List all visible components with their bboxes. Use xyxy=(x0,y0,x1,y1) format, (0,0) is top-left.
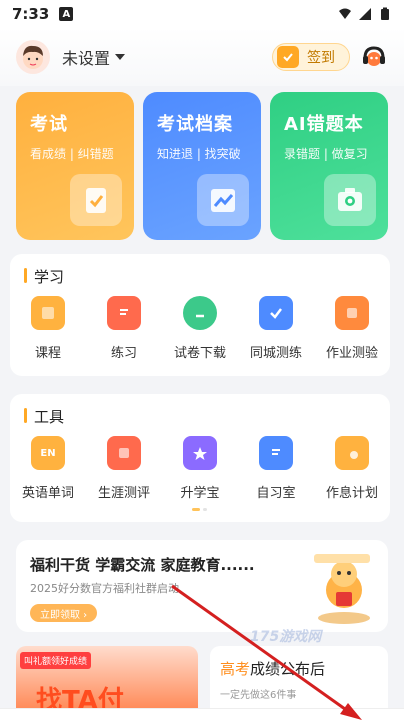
study-item-homework[interactable]: 作业测验 xyxy=(314,296,390,361)
study-item-label: 课程 xyxy=(34,346,61,361)
homework-icon xyxy=(335,296,369,330)
claim-now-button[interactable]: 立即领取 › xyxy=(30,604,98,622)
cloud-download-icon xyxy=(183,296,217,330)
bottom-left-tag: 叫礼额领好成绩 xyxy=(20,652,92,669)
notification-badge: A xyxy=(59,7,74,21)
tool-item-label: 自习室 xyxy=(256,486,296,501)
study-room-icon xyxy=(259,436,293,470)
status-bar: 7:33 A xyxy=(0,0,404,28)
exam-card-title: 考试 xyxy=(30,114,68,135)
tool-item-study-room[interactable]: 自习室 xyxy=(238,436,314,501)
wifi-icon xyxy=(339,8,351,19)
page-dot xyxy=(203,508,207,511)
battery-icon xyxy=(381,7,389,20)
tools-section: 工具 EN 英语单词 生涯测评 升学宝 自习室 作息计划 xyxy=(10,394,390,522)
study-item-label: 试卷下载 xyxy=(173,346,226,361)
avatar[interactable] xyxy=(16,40,50,74)
study-item-city-test[interactable]: 同城测练 xyxy=(238,296,314,361)
page-dot-active xyxy=(192,508,200,511)
study-item-paper-download[interactable]: 试卷下载 xyxy=(162,296,238,361)
checkin-label: 签到 xyxy=(307,50,335,66)
trend-chart-icon xyxy=(197,174,249,226)
bottom-right-title-highlight: 高考 xyxy=(220,660,251,678)
promo-title: 福利干货 学霸交流 家庭教育...... xyxy=(30,556,255,574)
study-grid: 课程 练习 试卷下载 同城测练 作业测验 xyxy=(10,296,390,361)
page-indicator xyxy=(192,508,207,511)
tools-grid: EN 英语单词 生涯测评 升学宝 自习室 作息计划 xyxy=(10,436,390,501)
tool-item-career-assessment[interactable]: 生涯测评 xyxy=(86,436,162,501)
study-item-label: 同城测练 xyxy=(249,346,302,361)
avatar-face-icon xyxy=(23,45,43,69)
tool-item-english-words[interactable]: EN 英语单词 xyxy=(10,436,86,501)
bottom-right-subtitle: 一定先做这6件事 xyxy=(220,690,297,701)
exam-archive-subtitle: 知进退 | 找突破 xyxy=(157,147,241,161)
caret-down-icon xyxy=(115,54,126,60)
camera-icon xyxy=(324,174,376,226)
app-header: 未设置 签到 xyxy=(0,28,404,86)
tool-item-label: 英语单词 xyxy=(21,486,74,501)
en-icon: EN xyxy=(31,436,65,470)
bottom-tab-bar[interactable] xyxy=(0,708,404,720)
tool-item-schedule[interactable]: 作息计划 xyxy=(314,436,390,501)
tool-item-admission[interactable]: 升学宝 xyxy=(162,436,238,501)
customer-service-icon[interactable] xyxy=(360,43,388,71)
exam-archive-card[interactable]: 考试档案 知进退 | 找突破 xyxy=(143,92,261,240)
practice-icon xyxy=(107,296,141,330)
exam-card-subtitle: 看成绩 | 纠错题 xyxy=(30,147,114,161)
ai-mistake-book-title: AI错题本 xyxy=(284,114,364,135)
dragon-mascot-icon xyxy=(314,554,370,624)
ai-mistake-book-card[interactable]: AI错题本 录错题 | 做复习 xyxy=(270,92,388,240)
tools-section-title: 工具 xyxy=(24,406,64,427)
ai-mistake-book-subtitle: 录错题 | 做复习 xyxy=(284,147,368,161)
checkin-button[interactable]: 签到 xyxy=(272,43,350,71)
status-icons xyxy=(338,7,392,21)
study-section-title: 学习 xyxy=(24,266,64,287)
watermark-text: 175游戏网 xyxy=(250,629,322,645)
signal-icon xyxy=(359,8,371,20)
status-time: 7:33 xyxy=(12,5,50,23)
tool-item-label: 升学宝 xyxy=(180,486,220,501)
study-item-label: 作业测验 xyxy=(325,346,378,361)
promo-banner[interactable]: 福利干货 学霸交流 家庭教育...... 2025好分数官方福利社群启动 立即领… xyxy=(16,540,388,632)
exam-card[interactable]: 考试 看成绩 | 纠错题 xyxy=(16,92,134,240)
study-item-course[interactable]: 课程 xyxy=(10,296,86,361)
user-name-dropdown[interactable]: 未设置 xyxy=(62,45,126,69)
checkin-icon xyxy=(277,46,299,68)
bottom-right-title: 高考成绩公布后 xyxy=(220,658,325,679)
user-name-label: 未设置 xyxy=(62,49,111,68)
clipboard-check-icon xyxy=(70,174,122,226)
exam-archive-title: 考试档案 xyxy=(157,114,233,135)
study-item-practice[interactable]: 练习 xyxy=(86,296,162,361)
career-icon xyxy=(107,436,141,470)
tool-item-label: 生涯测评 xyxy=(97,486,150,501)
check-doc-icon xyxy=(259,296,293,330)
book-icon xyxy=(31,296,65,330)
bottom-right-title-rest: 成绩公布后 xyxy=(250,660,326,678)
study-item-label: 练习 xyxy=(110,346,137,361)
calendar-icon xyxy=(335,436,369,470)
study-section: 学习 课程 练习 试卷下载 同城测练 作业测验 xyxy=(10,254,390,376)
star-icon xyxy=(183,436,217,470)
tool-item-label: 作息计划 xyxy=(325,486,378,501)
promo-subtitle: 2025好分数官方福利社群启动 xyxy=(30,582,179,595)
